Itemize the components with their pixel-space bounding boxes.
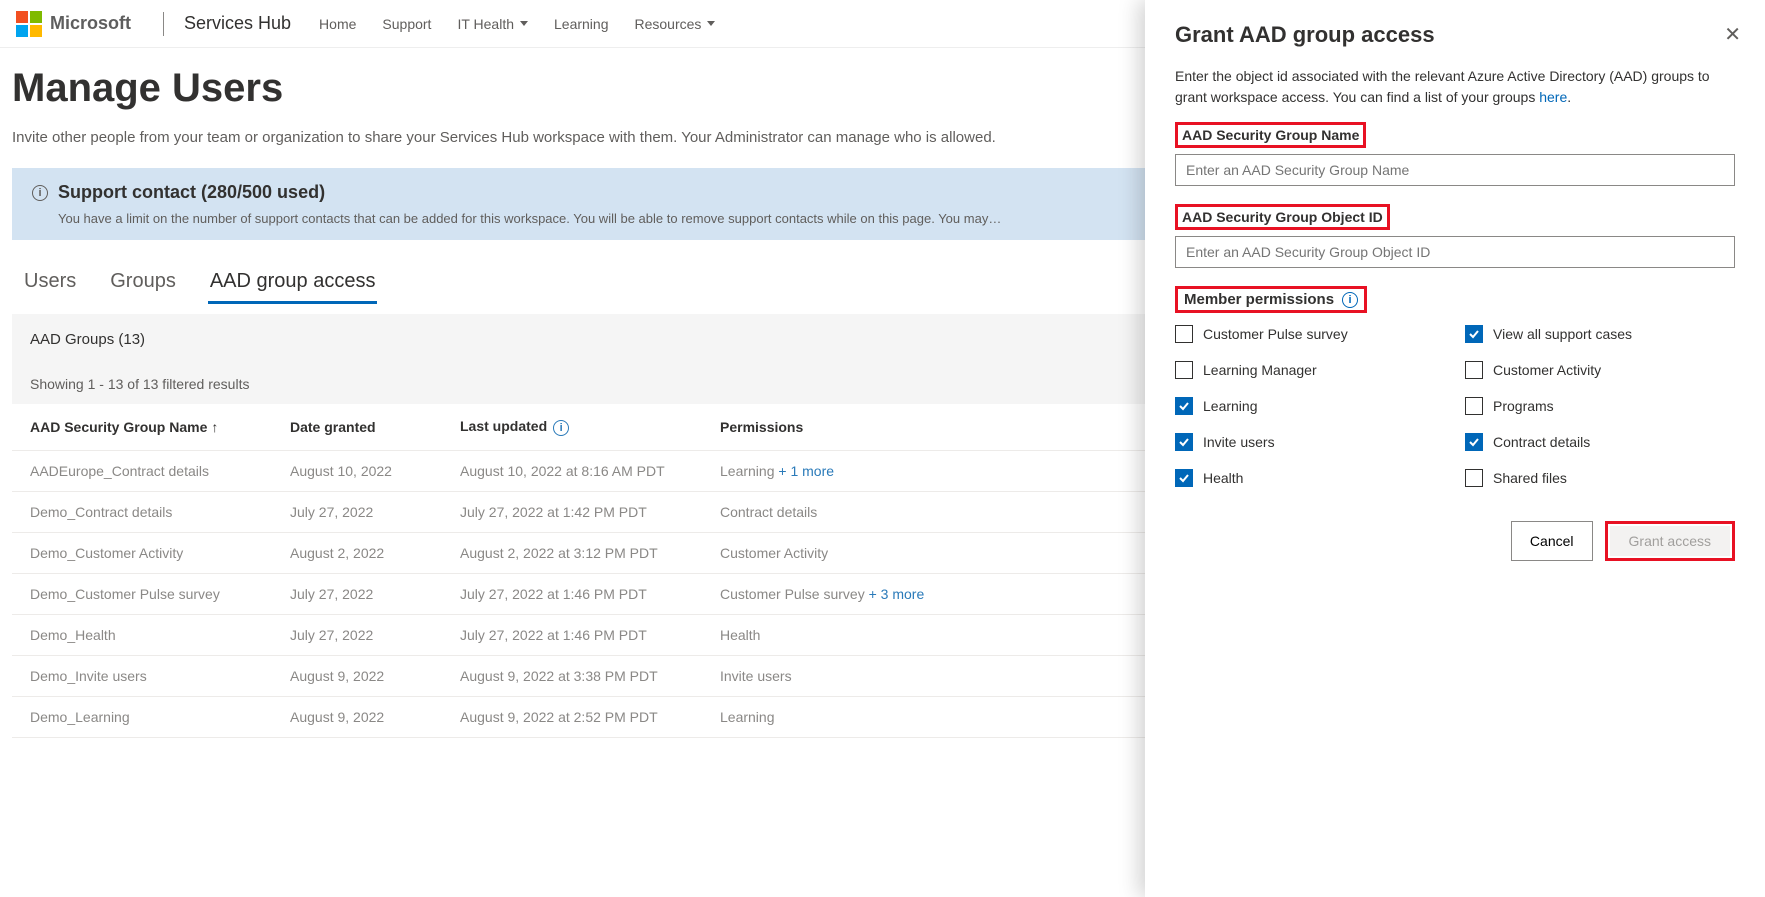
hub-name[interactable]: Services Hub (184, 13, 291, 34)
cell-name: Demo_Customer Pulse survey (12, 574, 272, 615)
cell-updated: July 27, 2022 at 1:42 PM PDT (442, 492, 702, 533)
nav-items: Home Support IT Health Learning Resources (319, 16, 741, 32)
chevron-down-icon (520, 21, 528, 26)
checkbox-icon (1175, 325, 1193, 343)
cell-name: Demo_Learning (12, 697, 272, 738)
cell-updated: August 10, 2022 at 8:16 AM PDT (442, 451, 702, 492)
cell-updated: August 9, 2022 at 3:38 PM PDT (442, 656, 702, 697)
permissions-checklist: Customer Pulse survey View all support ca… (1175, 325, 1735, 487)
panel-title: Grant AAD group access (1175, 22, 1735, 48)
cell-date: August 10, 2022 (272, 451, 442, 492)
cell-date: August 9, 2022 (272, 697, 442, 738)
col-date[interactable]: Date granted (272, 404, 442, 451)
checkbox-learning[interactable]: Learning (1175, 397, 1445, 415)
group-name-input[interactable] (1175, 154, 1735, 186)
checkbox-label: View all support cases (1493, 326, 1632, 342)
grant-access-button[interactable]: Grant access (1610, 526, 1730, 556)
nav-item-support[interactable]: Support (382, 16, 431, 32)
label-group-objectid: AAD Security Group Object ID (1175, 204, 1390, 230)
nav-separator (163, 12, 164, 36)
cell-updated: August 9, 2022 at 2:52 PM PDT (442, 697, 702, 738)
permissions-more-link[interactable]: + 1 more (778, 463, 834, 479)
checkbox-icon (1465, 397, 1483, 415)
cancel-button[interactable]: Cancel (1511, 521, 1593, 561)
checkbox-icon (1465, 469, 1483, 487)
cell-name: Demo_Health (12, 615, 272, 656)
checkbox-label: Programs (1493, 398, 1554, 414)
grant-access-panel: ✕ Grant AAD group access Enter the objec… (1145, 0, 1765, 897)
checkbox-invite-users[interactable]: Invite users (1175, 433, 1445, 451)
col-updated[interactable]: Last updatedi (442, 404, 702, 451)
label-member-permissions: Member permissions i (1175, 286, 1367, 313)
group-objectid-input[interactable] (1175, 236, 1735, 268)
col-name[interactable]: AAD Security Group Name↑ (12, 404, 272, 451)
cell-date: July 27, 2022 (272, 492, 442, 533)
checkbox-contract-details[interactable]: Contract details (1465, 433, 1735, 451)
nav-item-home[interactable]: Home (319, 16, 356, 32)
chevron-down-icon (707, 21, 715, 26)
cell-date: August 9, 2022 (272, 656, 442, 697)
cell-name: Demo_Invite users (12, 656, 272, 697)
tab-users[interactable]: Users (22, 262, 78, 304)
cell-updated: August 2, 2022 at 3:12 PM PDT (442, 533, 702, 574)
checkbox-label: Learning Manager (1203, 362, 1317, 378)
checkbox-programs[interactable]: Programs (1465, 397, 1735, 415)
checkbox-label: Customer Pulse survey (1203, 326, 1348, 342)
checkbox-icon (1175, 397, 1193, 415)
checkbox-customer-activity[interactable]: Customer Activity (1465, 361, 1735, 379)
microsoft-brand: Microsoft (50, 13, 131, 34)
checkbox-icon (1175, 469, 1193, 487)
cell-name: Demo_Customer Activity (12, 533, 272, 574)
nav-item-learning[interactable]: Learning (554, 16, 609, 32)
checkbox-label: Contract details (1493, 434, 1590, 450)
cell-date: July 27, 2022 (272, 574, 442, 615)
cell-date: August 2, 2022 (272, 533, 442, 574)
permissions-more-link[interactable]: + 3 more (869, 586, 925, 602)
checkbox-label: Health (1203, 470, 1243, 486)
aad-groups-count: AAD Groups (13) (30, 331, 145, 348)
info-icon: i (32, 185, 48, 201)
panel-actions: Cancel Grant access (1175, 521, 1735, 561)
here-link[interactable]: here (1539, 89, 1567, 105)
info-icon: i (553, 420, 569, 436)
sort-asc-icon: ↑ (211, 419, 218, 435)
checkbox-icon (1175, 433, 1193, 451)
checkbox-icon (1465, 361, 1483, 379)
checkbox-learning-manager[interactable]: Learning Manager (1175, 361, 1445, 379)
checkbox-label: Shared files (1493, 470, 1567, 486)
cell-updated: July 27, 2022 at 1:46 PM PDT (442, 615, 702, 656)
banner-title: Support contact (280/500 used) (58, 182, 325, 203)
checkbox-icon (1465, 433, 1483, 451)
checkbox-label: Invite users (1203, 434, 1275, 450)
checkbox-view-all-support-cases[interactable]: View all support cases (1465, 325, 1735, 343)
checkbox-icon (1175, 361, 1193, 379)
checkbox-label: Customer Activity (1493, 362, 1601, 378)
close-icon[interactable]: ✕ (1724, 22, 1741, 47)
cell-name: AADEurope_Contract details (12, 451, 272, 492)
label-group-name: AAD Security Group Name (1175, 122, 1366, 148)
microsoft-logo-icon (16, 11, 42, 37)
nav-item-resources[interactable]: Resources (635, 16, 716, 32)
checkbox-icon (1465, 325, 1483, 343)
checkbox-health[interactable]: Health (1175, 469, 1445, 487)
checkbox-customer-pulse-survey[interactable]: Customer Pulse survey (1175, 325, 1445, 343)
checkbox-label: Learning (1203, 398, 1258, 414)
tab-groups[interactable]: Groups (108, 262, 178, 304)
cell-date: July 27, 2022 (272, 615, 442, 656)
cell-updated: July 27, 2022 at 1:46 PM PDT (442, 574, 702, 615)
cell-name: Demo_Contract details (12, 492, 272, 533)
grant-access-highlight: Grant access (1605, 521, 1735, 561)
info-icon: i (1342, 292, 1358, 308)
checkbox-shared-files[interactable]: Shared files (1465, 469, 1735, 487)
nav-item-it-health[interactable]: IT Health (457, 16, 528, 32)
tab-aad-group-access[interactable]: AAD group access (208, 262, 378, 304)
panel-description: Enter the object id associated with the … (1175, 66, 1735, 108)
